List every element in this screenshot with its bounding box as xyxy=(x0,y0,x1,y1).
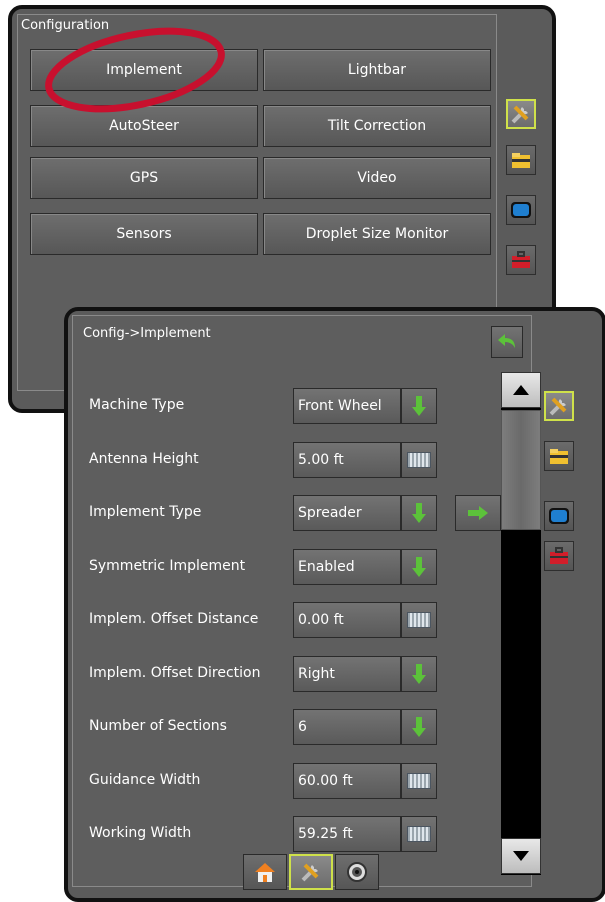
back-arrow-icon xyxy=(498,334,515,348)
row-value[interactable]: Spreader xyxy=(293,495,401,531)
video-button[interactable]: Video xyxy=(263,157,491,199)
keyboard-button[interactable] xyxy=(401,762,437,799)
display-tab[interactable] xyxy=(506,195,536,225)
tools-tab[interactable] xyxy=(506,99,536,129)
row-value[interactable]: 59.25 ft xyxy=(293,816,401,852)
highlight-ellipse xyxy=(45,27,225,113)
toolbox-tab[interactable] xyxy=(506,245,536,275)
display-icon xyxy=(511,202,531,218)
keyboard-button[interactable] xyxy=(401,602,437,638)
folder-tab[interactable] xyxy=(506,145,536,175)
row-label: Implement Type xyxy=(89,504,202,520)
triangle-up-icon xyxy=(513,385,529,395)
row-value[interactable]: 0.00 ft xyxy=(293,602,401,638)
tools-icon xyxy=(511,105,529,124)
row-value[interactable]: 6 xyxy=(293,709,401,745)
keyboard-icon xyxy=(407,451,431,468)
toolbox-icon xyxy=(512,251,530,268)
lightbar-button[interactable]: Lightbar xyxy=(263,49,491,91)
folder-icon xyxy=(512,153,530,168)
row-value[interactable]: Front Wheel xyxy=(293,388,401,424)
green-right-arrow-icon xyxy=(468,506,488,520)
row-label: Machine Type xyxy=(89,397,185,413)
toolbox-icon xyxy=(550,547,568,564)
folder-tab[interactable] xyxy=(544,441,574,471)
next-button[interactable] xyxy=(455,495,501,531)
row-label: Antenna Height xyxy=(89,450,199,467)
camera-tab[interactable] xyxy=(335,854,379,890)
tilt-correction-button[interactable]: Tilt Correction xyxy=(263,105,491,147)
dropdown-button[interactable] xyxy=(401,495,437,531)
home-icon xyxy=(255,863,275,882)
droplet-size-monitor-button[interactable]: Droplet Size Monitor xyxy=(263,213,491,255)
row-value[interactable]: 60.00 ft xyxy=(293,762,401,799)
row-label: Implem. Offset Direction xyxy=(89,664,261,681)
green-down-arrow-icon xyxy=(412,396,426,416)
dropdown-button[interactable] xyxy=(401,655,437,692)
dropdown-button[interactable] xyxy=(401,709,437,745)
gps-button[interactable]: GPS xyxy=(30,157,258,199)
row-label: Number of Sections xyxy=(89,718,227,734)
back-button[interactable] xyxy=(491,326,523,358)
tools-icon xyxy=(301,863,319,882)
folder-icon xyxy=(550,449,568,464)
row-value[interactable]: Right xyxy=(293,655,401,692)
keyboard-button[interactable] xyxy=(401,441,437,478)
keyboard-icon xyxy=(407,772,431,789)
scroll-down-button[interactable] xyxy=(501,838,541,874)
row-label: Implem. Offset Distance xyxy=(89,611,259,627)
dropdown-button[interactable] xyxy=(401,388,437,424)
keyboard-button[interactable] xyxy=(401,816,437,852)
dropdown-button[interactable] xyxy=(401,548,437,585)
scroll-thumb[interactable] xyxy=(501,410,541,530)
sensors-button[interactable]: Sensors xyxy=(30,213,258,255)
green-down-arrow-icon xyxy=(412,717,426,737)
scroll-up-button[interactable] xyxy=(501,372,541,408)
green-down-arrow-icon xyxy=(412,663,426,684)
home-tab[interactable] xyxy=(243,854,287,890)
tools-tab-bottom[interactable] xyxy=(289,854,333,890)
implement-window: Config->Implement Machine Type Front Whee… xyxy=(64,307,605,902)
row-value[interactable]: Enabled xyxy=(293,548,401,585)
display-tab[interactable] xyxy=(544,501,574,531)
row-label: Guidance Width xyxy=(89,771,201,788)
page-title: Config->Implement xyxy=(83,326,211,341)
camera-icon xyxy=(347,862,367,882)
triangle-down-icon xyxy=(513,851,529,861)
row-label: Working Width xyxy=(89,825,192,841)
green-down-arrow-icon xyxy=(412,503,426,523)
keyboard-icon xyxy=(407,826,431,842)
tools-tab[interactable] xyxy=(544,391,574,421)
row-label: Symmetric Implement xyxy=(89,557,246,574)
row-value[interactable]: 5.00 ft xyxy=(293,441,401,478)
implement-panel: Config->Implement Machine Type Front Whee… xyxy=(72,315,541,887)
display-icon xyxy=(549,508,569,524)
tools-icon xyxy=(549,397,567,416)
toolbox-tab[interactable] xyxy=(544,541,574,571)
green-down-arrow-icon xyxy=(412,556,426,577)
keyboard-icon xyxy=(407,612,431,628)
